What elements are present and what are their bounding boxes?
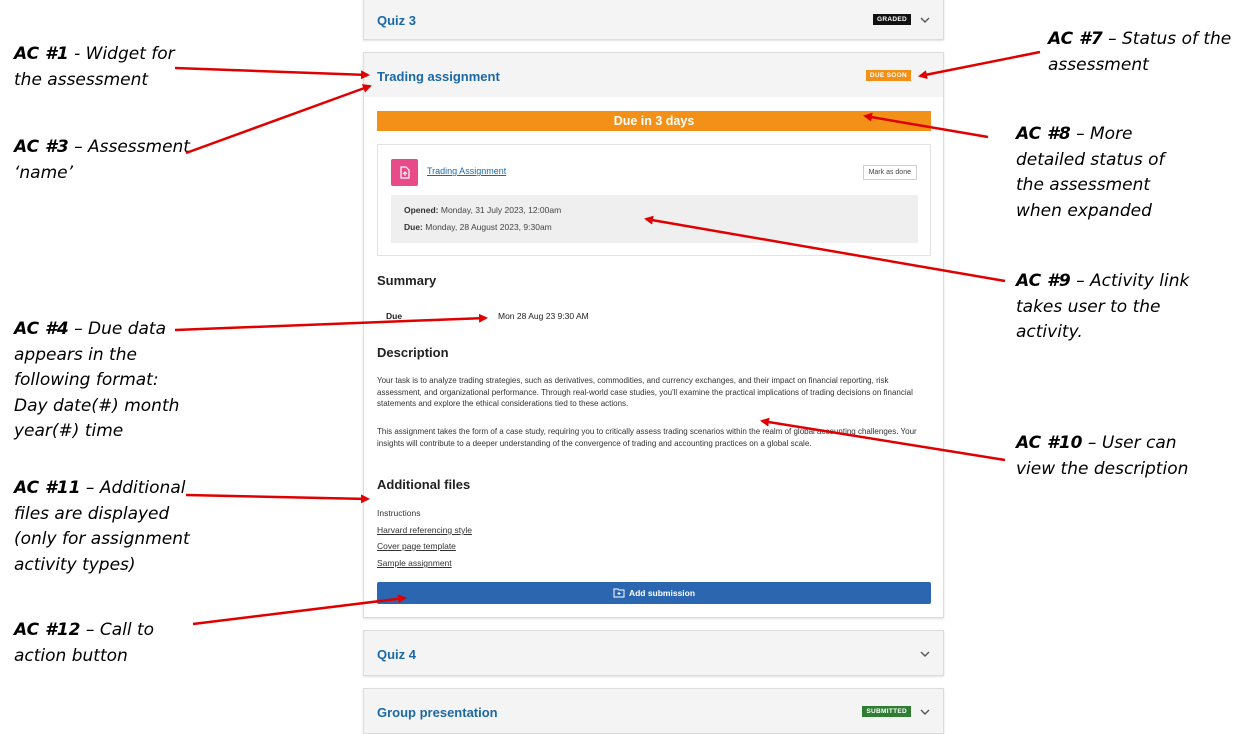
- chevron-down-icon[interactable]: [919, 648, 931, 660]
- annotation-ac12: AC #12 – Call to action button: [14, 620, 155, 666]
- annotation-ac3: AC #3 – Assessment ‘name’: [14, 137, 190, 183]
- arrow-ac11: [185, 493, 370, 504]
- quiz3-card[interactable]: Quiz 3 GRADED: [363, 0, 944, 40]
- folder-add-icon: [613, 588, 625, 598]
- file-link-instructions[interactable]: Instructions: [377, 508, 420, 518]
- additional-files-heading: Additional files: [377, 477, 471, 492]
- annotation-ac9: AC #9 – Activity link takes user to the …: [1016, 271, 1190, 342]
- activity-box: Trading Assignment Mark as done Opened: …: [377, 144, 931, 256]
- trading-card-header[interactable]: Trading assignment DUE SOON: [364, 53, 943, 97]
- activity-link[interactable]: Trading Assignment: [427, 166, 506, 176]
- opened-label: Opened:: [404, 205, 439, 215]
- due-status-banner: Due in 3 days: [377, 111, 931, 131]
- summary-due-value: Mon 28 Aug 23 9:30 AM: [498, 311, 589, 321]
- annotation-ac4: AC #4 – Due data appears in the followin…: [14, 319, 180, 441]
- file-link-harvard[interactable]: Harvard referencing style: [377, 525, 472, 535]
- due-label: Due:: [404, 222, 423, 232]
- due-date-row: Due: Monday, 28 August 2023, 9:30am: [404, 222, 552, 232]
- annotation-ac1: AC #1 - Widget for the assessment: [14, 44, 175, 90]
- group-presentation-card[interactable]: Group presentation SUBMITTED: [363, 688, 944, 734]
- due-value: Monday, 28 August 2023, 9:30am: [425, 222, 552, 232]
- opened-value: Monday, 31 July 2023, 12:00am: [440, 205, 562, 215]
- file-link-sample[interactable]: Sample assignment: [377, 558, 452, 568]
- file-upload-icon: [400, 166, 410, 179]
- group-card-header[interactable]: Group presentation SUBMITTED: [364, 689, 943, 733]
- file-link-cover-page[interactable]: Cover page template: [377, 541, 456, 551]
- annotation-ac8: AC #8 – More detailed status of the asse…: [1016, 124, 1165, 221]
- quiz3-card-header[interactable]: Quiz 3 GRADED: [364, 0, 943, 41]
- description-paragraph-1: Your task is to analyze trading strategi…: [377, 376, 913, 408]
- chevron-down-icon[interactable]: [919, 706, 931, 718]
- summary-heading: Summary: [377, 273, 437, 288]
- description-paragraph-2: This assignment takes the form of a case…: [377, 427, 917, 448]
- group-presentation-title[interactable]: Group presentation: [377, 705, 498, 720]
- arrow-ac1: [174, 66, 370, 80]
- annotation-ac10: AC #10 – User can view the description: [1016, 433, 1189, 479]
- quiz3-status-badge: GRADED: [873, 14, 911, 25]
- annotation-ac11: AC #11 – Additional files are displayed …: [14, 478, 190, 575]
- mark-as-done-button[interactable]: Mark as done: [862, 165, 917, 180]
- arrow-ac3: [185, 84, 372, 155]
- group-status-badge: SUBMITTED: [862, 706, 911, 717]
- quiz4-title[interactable]: Quiz 4: [377, 647, 416, 662]
- trading-assignment-card: Trading assignment DUE SOON Due in 3 day…: [363, 52, 944, 618]
- trading-card-body: Due in 3 days Trading Assignment Mark as…: [364, 97, 943, 617]
- trading-assignment-title[interactable]: Trading assignment: [377, 69, 500, 84]
- opened-date-row: Opened: Monday, 31 July 2023, 12:00am: [404, 205, 561, 215]
- summary-due-label: Due: [386, 311, 403, 321]
- quiz3-title[interactable]: Quiz 3: [377, 13, 416, 28]
- add-submission-button[interactable]: Add submission: [377, 582, 931, 604]
- description-heading: Description: [377, 345, 449, 360]
- trading-status-badge: DUE SOON: [865, 70, 911, 81]
- assignment-icon: [391, 159, 418, 186]
- add-submission-label: Add submission: [628, 588, 696, 598]
- quiz4-card-header[interactable]: Quiz 4: [364, 631, 943, 675]
- annotation-ac7: AC #7 – Status of the assessment: [1048, 29, 1232, 75]
- quiz4-card[interactable]: Quiz 4: [363, 630, 944, 676]
- activity-dates: Opened: Monday, 31 July 2023, 12:00am Du…: [391, 195, 918, 243]
- chevron-down-icon[interactable]: [919, 14, 931, 26]
